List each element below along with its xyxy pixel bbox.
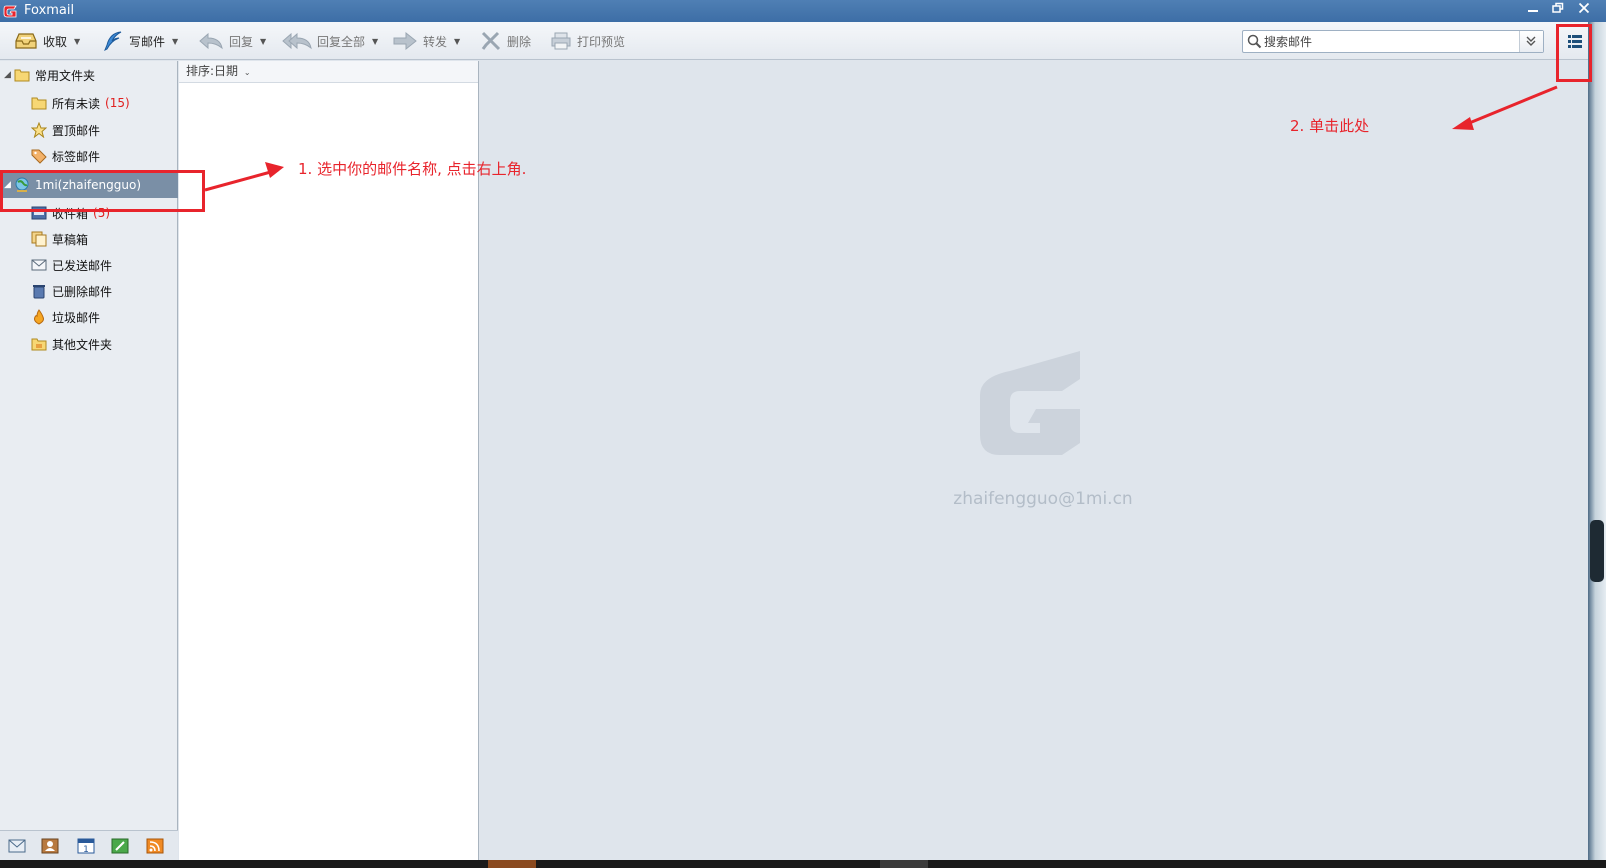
feather-pen-icon [104,31,122,52]
tree-label: 标签邮件 [52,149,101,164]
printer-icon [551,32,571,50]
highlight-account-box [0,170,205,212]
desktop-edge [1588,22,1606,860]
main-toolbar: 收取 ▼ 写邮件 ▼ 回复 ▼ 回复全部 ▼ 转发 ▼ 删除 打印预览 搜索邮件 [0,22,1606,60]
restore-icon [1552,2,1564,13]
restore-button[interactable] [1548,2,1568,20]
sort-dropdown[interactable]: 排序:日期 ⌄ [179,61,478,83]
compose-label: 写邮件 [129,34,166,49]
chevron-down-icon[interactable]: ▼ [454,37,460,46]
print-preview-button[interactable]: 打印预览 [550,28,625,54]
delete-button[interactable]: 删除 [480,28,531,54]
tag-icon [31,149,47,164]
reply-arrow-icon [199,32,223,50]
chevron-down-icon[interactable]: ▼ [372,37,378,46]
forward-arrow-icon [393,31,417,51]
tree-drafts[interactable]: 草稿箱 [0,226,178,252]
print-preview-label: 打印预览 [577,34,626,49]
reply-all-label: 回复全部 [317,34,366,49]
chevron-down-icon[interactable]: ▼ [74,37,80,46]
chevron-down-icon: ⌄ [243,68,251,77]
foxmail-window: Foxmail 收取 ▼ 写邮件 ▼ 回复 ▼ 回复全部 ▼ 转发 ▼ 删除 打… [0,0,1606,868]
reply-all-button[interactable]: 回复全部 ▼ [282,28,378,54]
folder-icon [14,69,30,82]
minimize-button[interactable] [1523,2,1543,20]
mail-module-icon[interactable] [8,838,26,854]
tree-label: 已删除邮件 [52,284,113,299]
highlight-menu-box [1556,24,1592,82]
contacts-icon[interactable] [41,838,59,854]
trash-can-icon [33,285,45,299]
minimize-icon [1528,10,1538,12]
tree-label: 其他文件夹 [52,337,113,352]
tree-tagged[interactable]: 标签邮件 [0,143,178,169]
notes-icon[interactable] [111,838,129,854]
tree-sent[interactable]: 已发送邮件 [0,252,178,278]
desktop-scroll-handle [1590,520,1604,582]
tree-common-folders[interactable]: ◢ 常用文件夹 [0,62,178,88]
chevron-down-icon[interactable]: ▼ [260,37,266,46]
inbox-tray-icon [15,33,37,49]
taskbar-app-item[interactable] [488,860,536,868]
receive-button[interactable]: 收取 ▼ [14,28,80,54]
reply-all-arrow-icon [282,32,312,50]
chevron-down-icon[interactable]: ▼ [172,37,178,46]
tree-label: 垃圾邮件 [52,310,101,325]
os-taskbar [0,860,1606,868]
spam-fire-icon [34,309,44,325]
search-options-button[interactable] [1519,31,1543,52]
tree-spam[interactable]: 垃圾邮件 [0,304,178,330]
reading-pane: zhaifengguo@1mi.cn [480,61,1588,860]
reply-button[interactable]: 回复 ▼ [198,28,266,54]
tree-label: 置顶邮件 [52,123,101,138]
tree-label: 草稿箱 [52,232,89,247]
star-icon [31,122,47,138]
svg-text:1: 1 [83,845,89,854]
foxmail-logo-icon [3,5,17,18]
close-icon [1578,2,1590,14]
expand-triangle-icon[interactable]: ◢ [4,70,14,80]
sidebar-module-bar: 1 [0,830,178,860]
tree-pinned[interactable]: 置顶邮件 [0,117,178,143]
tree-label: 所有未读 [52,96,101,111]
delete-x-icon [481,31,501,51]
tree-other-folders[interactable]: 其他文件夹 [0,331,178,357]
search-icon [1247,34,1262,49]
annotation-step1: 1. 选中你的邮件名称, 点击右上角. [298,160,527,178]
mail-search-box [1242,30,1544,53]
search-input[interactable] [1264,33,1514,50]
mail-list-pane: 排序:日期 ⌄ [179,61,479,860]
rss-feed-icon[interactable] [146,838,164,854]
sort-label: 排序:日期 [186,64,239,78]
calendar-icon[interactable]: 1 [77,838,95,854]
compose-button[interactable]: 写邮件 ▼ [102,28,178,54]
taskbar-app-item[interactable] [880,860,928,868]
delete-label: 删除 [507,34,532,49]
sent-mail-icon [31,259,47,271]
window-title: Foxmail [24,3,75,18]
unread-count: (15) [105,96,130,110]
title-bar: Foxmail [0,0,1606,22]
tree-deleted[interactable]: 已删除邮件 [0,278,178,304]
foxmail-watermark-logo-icon [980,351,1080,455]
forward-label: 转发 [423,34,448,49]
drafts-icon [31,231,47,247]
annotation-step2: 2. 单击此处 [1290,117,1370,135]
reply-label: 回复 [229,34,254,49]
close-button[interactable] [1574,2,1594,20]
folder-icon [31,338,47,351]
double-chevron-down-icon [1526,36,1536,46]
tree-label: 常用文件夹 [35,68,96,83]
folder-icon [31,97,47,110]
forward-button[interactable]: 转发 ▼ [392,28,460,54]
tree-all-unread[interactable]: 所有未读 (15) [0,90,178,116]
tree-label: 已发送邮件 [52,258,113,273]
receive-label: 收取 [43,34,68,49]
account-email-label: zhaifengguo@1mi.cn [953,489,1133,509]
